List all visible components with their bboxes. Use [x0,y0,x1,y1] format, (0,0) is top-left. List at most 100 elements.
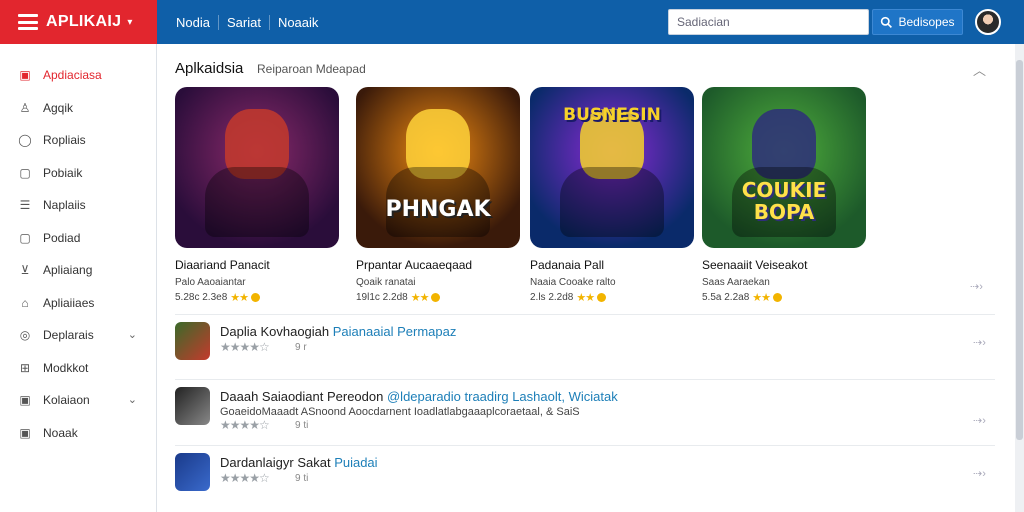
star-rating-icon: ★★★★☆ [220,471,270,485]
app-meta: 19l1c 2.2d8 ★★ [356,291,520,304]
app-card[interactable]: PHNGAK Prpantar Aucaaeqaad Qoaik ranatai 19… [356,87,520,304]
chevron-down-icon[interactable]: ⌄ [128,328,137,341]
app-card[interactable]: BUSNESIN Padanaia Pall Naaia Cooake ralto 2… [530,87,694,304]
top-bar: APLIKAIJ ▾ Nodia Sariat Noaaik Bedisopes [0,0,1024,44]
list-item-description: GoaeidoMaaadt ASnoond Aoocdarnent Ioadla… [220,406,580,418]
app-developer: Palo Aaoaiantar [175,277,246,288]
sidebar-item-label: Deplarais [43,328,94,342]
list-item-tag[interactable]: Puiadai [334,455,377,470]
circle-icon: ◯ [18,133,32,147]
app-meta-text: 5.5a 2.2a8 [702,292,750,303]
app-art-body [560,167,664,237]
nav-link-3[interactable]: Noaaik [268,14,326,30]
sidebar-item[interactable]: ⊞ Modkkot [0,354,157,382]
chevron-down-icon[interactable]: ▾ [127,17,132,28]
app-card[interactable]: Diaariand Panacit Palo Aaoaiantar 5.28c 2.… [175,87,339,304]
list-item-extra: 9 r [295,342,307,353]
list-item-name: Daaah Saiaodiant Pereodon [220,389,384,404]
app-icon[interactable] [175,322,210,360]
app-name[interactable]: Seenaaiit Veiseakot [702,258,866,272]
nav-link-1[interactable]: Nodia [168,15,218,30]
sidebar-item[interactable]: ☰ Naplaiis [0,191,157,219]
page-title: Aplkaidsia [175,60,244,77]
chevron-down-icon[interactable]: ⌄ [128,393,137,406]
app-thumbnail[interactable] [175,87,339,248]
doc-icon: ▢ [19,165,31,180]
search-button-label: Bedisopes [898,15,955,29]
apps-panel: Aplkaidsia Reiparoan Mdeapad ︿ Diaariand… [157,44,1015,512]
sidebar-item[interactable]: ▣ Noaak [0,419,157,447]
sidebar-item[interactable]: ▣ Kolaiaon ⌄ [0,386,157,414]
share-icon[interactable]: ⇢› [973,414,986,427]
sidebar-item[interactable]: ▢ Pobiaik [0,159,157,187]
menu-icon[interactable] [18,14,38,30]
app-icon[interactable] [175,453,210,491]
sidebar-item-label: Ropliais [43,133,86,147]
app-developer: Naaia Cooake ralto [530,277,616,288]
search-button[interactable]: Bedisopes [872,9,963,35]
search-input[interactable] [668,9,869,35]
sidebar-item-label: Apliaiang [43,263,93,277]
sidebar-item[interactable]: ◯ Ropliais [0,126,157,154]
star-rating-icon: ★★★★☆ [220,340,270,354]
sidebar-item-label: Noaak [43,425,78,440]
sidebar-item[interactable]: ⊻ Apliaiang [0,256,157,284]
page-subtitle: Reiparoan Mdeapad [257,62,366,76]
app-art-body [205,167,309,237]
app-icon[interactable] [175,387,210,425]
list-item[interactable]: Dardanlaigyr Sakat Puiadai ★★★★☆ 9 ti ⇢› [175,445,995,511]
user-icon: ♙ [19,100,31,115]
sidebar-item[interactable]: ♙ Agqik [0,94,157,122]
sidebar-item[interactable]: ◎ Deplarais ⌄ [0,321,157,349]
sidebar-item-label: Pobiaik [43,165,83,180]
scrollbar-thumb[interactable] [1016,60,1023,440]
download-icon: ⊻ [20,263,30,277]
share-icon[interactable]: ⇢› [973,336,986,349]
app-meta-text: 19l1c 2.2d8 [356,292,408,303]
coin-icon [431,293,441,302]
app-meta: 5.5a 2.2a8 ★★ [702,291,866,304]
star-rating-icon: ★★ [410,292,430,304]
app-thumbnail[interactable]: PHNGAK [356,87,520,248]
app-meta: 2.ls 2.2d8 ★★ [530,291,694,304]
app-thumbnail[interactable]: COUKIE BOPA [702,87,866,248]
sidebar-item[interactable]: ▢ Podiad [0,224,157,252]
nav-link-2[interactable]: Sariat [217,14,269,30]
sidebar-item[interactable]: ⌂ Apliaiiaes [0,289,157,317]
apps-icon: ▣ [19,68,31,82]
sidebar-item-label: Podiad [43,230,81,245]
top-nav: Nodia Sariat Noaaik [168,0,326,44]
sidebar-item-label: Agqik [43,100,74,115]
list-item-title[interactable]: Daplia Kovhaogiah Paianaaial Permapaz [220,324,456,339]
list-item-name: Dardanlaigyr Sakat [220,455,331,470]
app-meta-text: 5.28c 2.3e8 [175,292,228,303]
grid-icon: ⊞ [19,360,31,375]
app-name[interactable]: Prpantar Aucaaeqaad [356,258,520,272]
sidebar-item-label: Apdiaciasa [43,68,102,82]
app-thumbnail[interactable]: BUSNESIN [530,87,694,248]
sidebar-item-label: Apliaiiaes [43,295,95,310]
list-item-tag[interactable]: Paianaaial Permapaz [333,324,457,339]
list-item-title[interactable]: Dardanlaigyr Sakat Puiadai [220,455,378,470]
app-art-title: BUSNESIN [563,105,661,125]
app-meta: 5.28c 2.3e8 ★★ [175,291,339,304]
brand-logo[interactable]: APLIKAIJ ▾ [0,0,157,44]
list-item[interactable]: Daaah Saiaodiant Pereodon @ldeparadio tr… [175,379,995,445]
share-icon[interactable]: ⇢› [970,280,983,293]
avatar[interactable] [975,9,1001,35]
app-name[interactable]: Diaariand Panacit [175,258,339,272]
list-item-extra: 9 ti [295,473,309,484]
list-item[interactable]: Daplia Kovhaogiah Paianaaial Permapaz ★★★… [175,314,995,380]
collapse-icon[interactable]: ︿ [973,60,993,78]
app-card[interactable]: COUKIE BOPA Seenaaiit Veiseakot Saas Aarae… [702,87,866,304]
square-icon: ▣ [19,393,31,407]
star-rating-icon: ★★ [752,292,771,304]
list-item-name: Daplia Kovhaogiah [220,324,330,339]
app-name[interactable]: Padanaia Pall [530,258,694,272]
sidebar-item[interactable]: ▣ Apdiaciasa [0,61,157,89]
globe-icon: ◎ [19,328,31,342]
list-item-title[interactable]: Daaah Saiaodiant Pereodon @ldeparadio tr… [220,389,618,404]
share-icon[interactable]: ⇢› [973,467,986,480]
star-rating-icon: ★★ [230,292,249,304]
list-item-tag[interactable]: @ldeparadio traadirg Lashaolt, Wiciatak [387,389,618,404]
